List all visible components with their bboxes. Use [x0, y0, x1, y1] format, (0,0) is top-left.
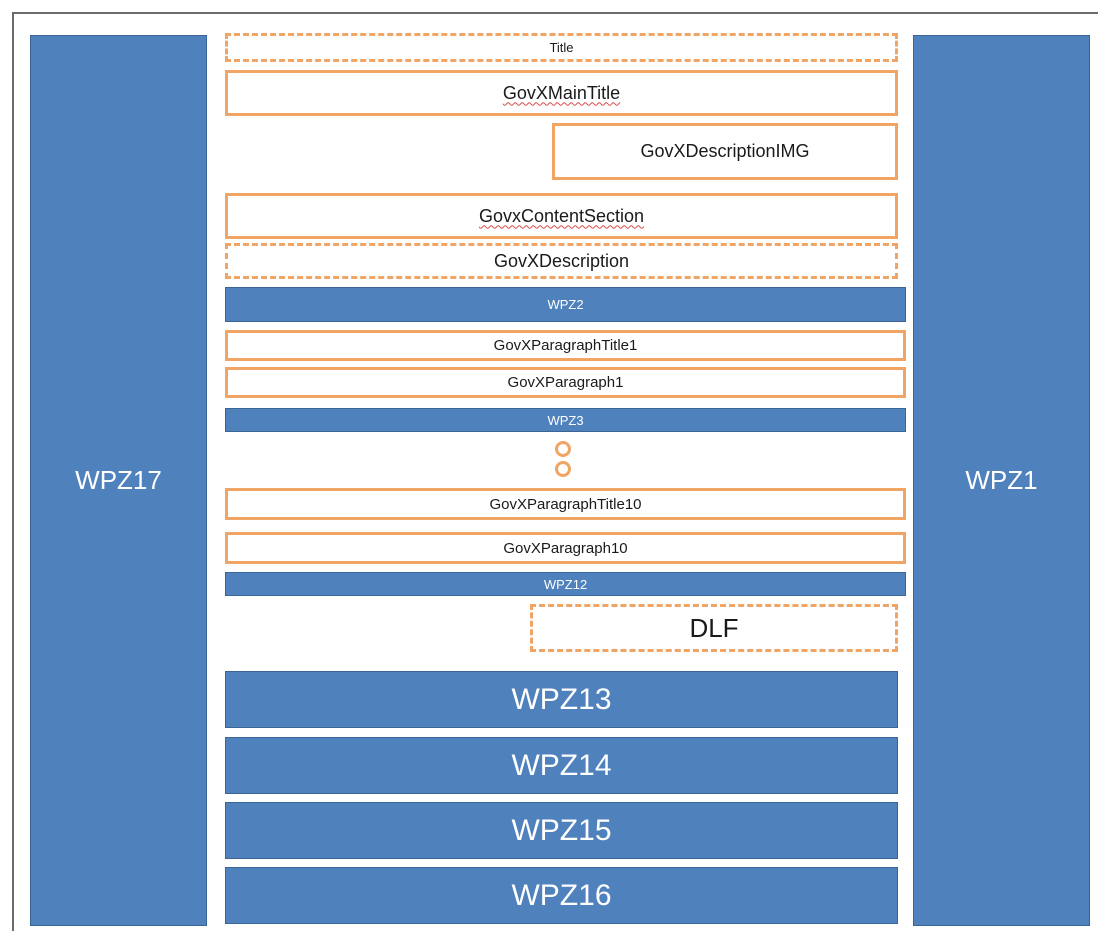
- field-main-title-label: GovXMainTitle: [502, 82, 621, 103]
- continuation-dot-1: [555, 441, 571, 457]
- field-paragraph-10: GovXParagraph10: [225, 532, 906, 564]
- zone-wpz16: WPZ16: [225, 867, 898, 924]
- field-paragraph-title-1-label: GovXParagraphTitle1: [493, 337, 638, 354]
- field-dlf: DLF: [530, 604, 898, 652]
- field-description-img: GovXDescriptionIMG: [552, 123, 898, 180]
- field-paragraph-10-label: GovXParagraph10: [503, 539, 628, 557]
- zone-wpz2: WPZ2: [225, 287, 906, 322]
- zone-wpz12: WPZ12: [225, 572, 906, 596]
- field-paragraph-title-10: GovXParagraphTitle10: [225, 488, 906, 520]
- field-paragraph-title-1: GovXParagraphTitle1: [225, 330, 906, 361]
- field-paragraph-1: GovXParagraph1: [225, 367, 906, 398]
- continuation-dot-2: [555, 461, 571, 477]
- zone-wpz17: WPZ17: [30, 35, 207, 926]
- zone-wpz13-label: WPZ13: [511, 682, 612, 716]
- field-paragraph-title-10-label: GovXParagraphTitle10: [489, 495, 642, 513]
- zone-wpz1-label: WPZ1: [965, 465, 1038, 495]
- zone-wpz14: WPZ14: [225, 737, 898, 794]
- field-dlf-label: DLF: [689, 612, 739, 643]
- field-description-label: GovXDescription: [493, 250, 630, 271]
- field-content-section-label: GovxContentSection: [478, 205, 645, 226]
- field-content-section: GovxContentSection: [225, 193, 898, 239]
- zone-wpz16-label: WPZ16: [511, 878, 612, 912]
- field-description: GovXDescription: [225, 243, 898, 279]
- zone-wpz2-label: WPZ2: [547, 297, 584, 312]
- field-description-img-label: GovXDescriptionIMG: [640, 141, 810, 161]
- field-title: Title: [225, 33, 898, 62]
- zone-wpz14-label: WPZ14: [511, 748, 612, 782]
- field-title-label: Title: [549, 40, 574, 55]
- zone-wpz3-label: WPZ3: [547, 412, 584, 428]
- zone-wpz17-label: WPZ17: [75, 465, 162, 495]
- field-main-title: GovXMainTitle: [225, 70, 898, 116]
- zone-wpz15-label: WPZ15: [511, 813, 612, 847]
- zone-wpz15: WPZ15: [225, 802, 898, 859]
- zone-wpz1: WPZ1: [913, 35, 1090, 926]
- field-paragraph-1-label: GovXParagraph1: [507, 374, 624, 391]
- zone-wpz13: WPZ13: [225, 671, 898, 728]
- zone-wpz3: WPZ3: [225, 408, 906, 432]
- zone-wpz12-label: WPZ12: [543, 576, 588, 592]
